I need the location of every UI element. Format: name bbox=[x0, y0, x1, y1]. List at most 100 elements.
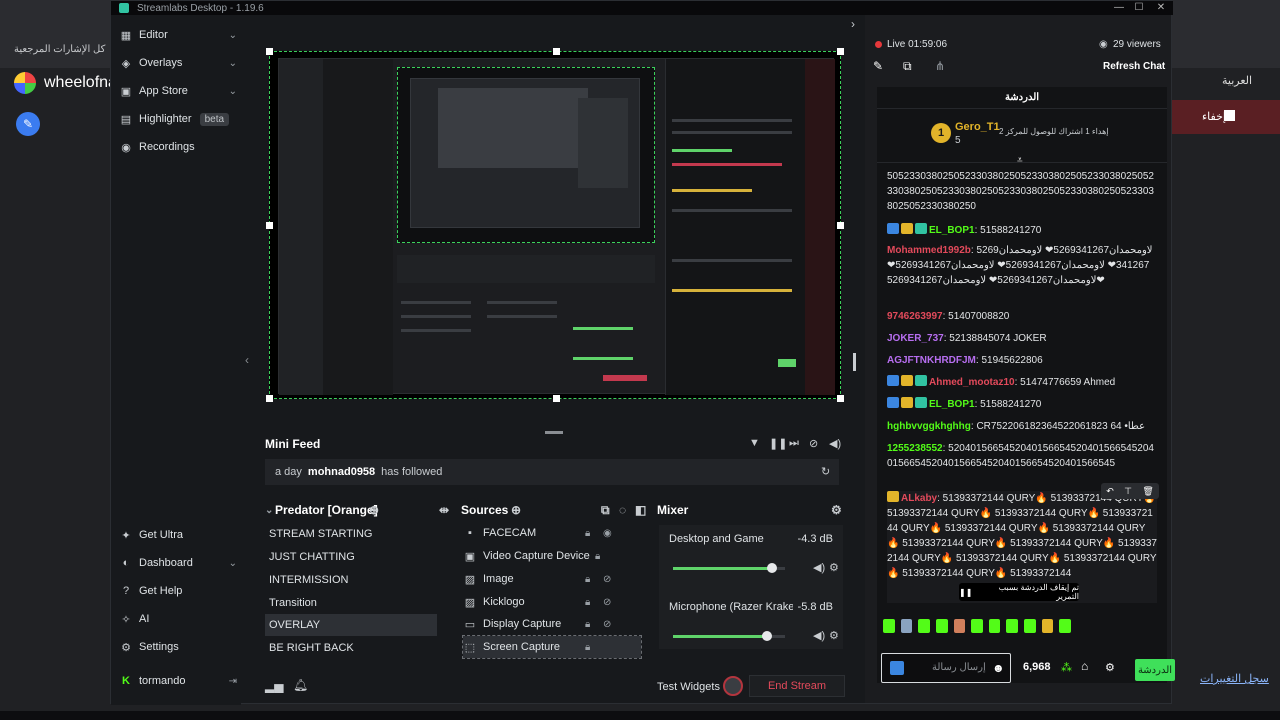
stream-preview[interactable] bbox=[266, 48, 844, 402]
emote-icon[interactable] bbox=[971, 619, 983, 633]
emote-icon[interactable] bbox=[883, 619, 895, 633]
eye-off-icon[interactable]: ⊘ bbox=[603, 619, 611, 630]
lock-icon[interactable]: 🔒︎ bbox=[585, 642, 590, 653]
volume-icon[interactable]: ◀) bbox=[829, 437, 841, 450]
bookmarks-label[interactable]: كل الإشارات المرجعية bbox=[14, 44, 105, 55]
maximize-button[interactable]: ☐ bbox=[1129, 1, 1149, 15]
filter-icon[interactable]: ▼ bbox=[749, 437, 760, 449]
gear-icon[interactable]: ⚙ bbox=[831, 503, 842, 517]
mute-alerts-icon[interactable]: ⊘ bbox=[809, 437, 818, 450]
chat-user[interactable]: 1255238552 bbox=[887, 443, 943, 454]
emote-icon[interactable] bbox=[988, 619, 1001, 633]
lock-icon[interactable]: 🔒︎ bbox=[585, 574, 590, 585]
speaker-icon[interactable]: ◀) bbox=[813, 561, 825, 574]
volume-knob[interactable] bbox=[762, 631, 773, 641]
chat-user[interactable]: EL_BOP1 bbox=[929, 225, 975, 236]
minimize-button[interactable]: — bbox=[1109, 1, 1129, 15]
source-item[interactable]: ▨ Image 🔒︎ ⊘ bbox=[463, 568, 641, 590]
lock-icon[interactable]: 🔒︎ bbox=[585, 619, 590, 630]
hide-all-icon[interactable]: ◌ bbox=[619, 503, 626, 517]
chat-input[interactable]: إرسال رسالة ☻ bbox=[881, 653, 1011, 683]
chat-user[interactable]: EL_BOP1 bbox=[929, 399, 975, 410]
notifications-bell-icon[interactable]: 🔔︎ bbox=[293, 678, 308, 692]
add-source-icon[interactable]: ⊕ bbox=[511, 503, 521, 517]
popout-icon[interactable]: ⧉ bbox=[903, 59, 912, 74]
chat-user[interactable]: ALkaby bbox=[901, 493, 937, 504]
eye-off-icon[interactable]: ⊘ bbox=[603, 597, 611, 608]
hide-label[interactable]: إخفاء bbox=[1202, 110, 1226, 123]
emote-icon[interactable] bbox=[935, 619, 948, 633]
sidebar-item-account[interactable]: Ktormando ⇥ bbox=[119, 669, 237, 693]
replay-icon[interactable]: ↻ bbox=[821, 465, 830, 478]
close-button[interactable]: ✕ bbox=[1151, 1, 1171, 15]
emote-icon[interactable] bbox=[1006, 619, 1019, 633]
resize-handle[interactable] bbox=[837, 222, 844, 229]
send-chat-button[interactable]: الدردشة bbox=[1135, 659, 1175, 681]
eye-off-icon[interactable]: ⊘ bbox=[603, 574, 611, 585]
sidebar-item-dashboard[interactable]: ◐ Dashboard ⌄ bbox=[119, 551, 237, 575]
lock-icon[interactable]: 🔒︎ bbox=[585, 597, 590, 608]
gear-icon[interactable]: ⚙ bbox=[1105, 661, 1115, 674]
chevron-down-icon[interactable]: ⩡ bbox=[1017, 155, 1023, 166]
sidebar-item-overlays[interactable]: ◈ Overlays ⌄ bbox=[119, 51, 237, 75]
scene-item[interactable]: INTERMISSION bbox=[265, 569, 437, 591]
scene-item[interactable]: Transition bbox=[265, 592, 437, 614]
chevron-down-icon[interactable]: ⌄ bbox=[229, 558, 237, 569]
volume-knob[interactable] bbox=[766, 563, 777, 573]
store-icon[interactable]: ⌂ bbox=[1081, 659, 1088, 673]
chat-user[interactable]: Mohammed1992b bbox=[887, 245, 971, 256]
folder-icon[interactable]: ⧉ bbox=[601, 503, 610, 518]
transitions-icon[interactable]: ⇹ bbox=[439, 503, 449, 517]
resize-handle[interactable] bbox=[837, 48, 844, 55]
share-icon[interactable]: ⋔ bbox=[935, 59, 945, 73]
emoji-icon[interactable]: ☻ bbox=[992, 661, 1005, 675]
speaker-icon[interactable]: ◀) bbox=[813, 629, 825, 642]
reply-icon[interactable]: ↶ bbox=[1106, 486, 1114, 497]
scene-item[interactable]: STREAM STARTING bbox=[265, 523, 437, 545]
lock-icon[interactable]: 🔒︎ bbox=[595, 551, 600, 562]
resize-handle[interactable] bbox=[266, 48, 273, 55]
hide-checkbox[interactable] bbox=[1224, 110, 1235, 121]
gear-icon[interactable]: ⚙ bbox=[829, 561, 839, 574]
chevron-down-icon[interactable]: ⌄ bbox=[229, 30, 237, 41]
emote-icon[interactable] bbox=[1024, 619, 1036, 633]
pause-icon[interactable]: ❚❚ bbox=[769, 437, 787, 450]
pencil-icon[interactable]: ✎ bbox=[16, 112, 40, 136]
chevron-down-icon[interactable]: ⌄ bbox=[265, 505, 273, 516]
eye-icon[interactable]: ◉ bbox=[603, 528, 612, 539]
pin-icon[interactable]: ⊤ bbox=[1124, 486, 1132, 497]
source-item-selected[interactable]: ⬚ Screen Capture 🔒︎ bbox=[462, 635, 642, 659]
collapse-left-icon[interactable]: ‹ bbox=[245, 353, 249, 367]
resize-handle[interactable] bbox=[553, 48, 560, 55]
source-properties-icon[interactable]: ◧ bbox=[635, 503, 646, 517]
end-stream-button[interactable]: End Stream bbox=[749, 675, 845, 697]
skip-icon[interactable]: ⏭ bbox=[789, 437, 799, 450]
scene-collection-title[interactable]: Predator [Orange] bbox=[275, 503, 378, 517]
delete-icon[interactable]: 🗑︎ bbox=[1142, 486, 1153, 497]
performance-icon[interactable]: ▂▅ bbox=[265, 679, 283, 693]
resize-handle[interactable] bbox=[266, 222, 273, 229]
emote-icon[interactable] bbox=[918, 619, 930, 633]
emote-icon[interactable] bbox=[1041, 619, 1054, 633]
language-tab[interactable]: العربية bbox=[1222, 74, 1252, 87]
emote-icon[interactable] bbox=[953, 619, 966, 633]
chat-user[interactable]: AGJFTNKHRDFJM bbox=[887, 355, 976, 366]
resize-handle[interactable] bbox=[266, 395, 273, 402]
emote-icon[interactable] bbox=[1059, 619, 1072, 633]
source-item[interactable]: ▭ Display Capture 🔒︎ ⊘ bbox=[463, 613, 641, 635]
chat-user[interactable]: Ahmed_mootaz10 bbox=[929, 377, 1015, 388]
sidebar-item-recordings[interactable]: ◉ Recordings bbox=[119, 135, 237, 159]
sidebar-item-ai[interactable]: ✧ AI bbox=[119, 607, 237, 631]
site-title[interactable]: wheelofna bbox=[44, 74, 117, 92]
sidebar-item-settings[interactable]: ⚙ Settings bbox=[119, 635, 237, 659]
lock-icon[interactable]: 🔒︎ bbox=[585, 528, 590, 539]
source-item[interactable]: ▣ Video Capture Device 🔒︎ bbox=[463, 545, 641, 567]
volume-slider[interactable] bbox=[673, 631, 785, 641]
chat-user[interactable]: hghbvvggkhghhg bbox=[887, 421, 971, 432]
logout-icon[interactable]: ⇥ bbox=[229, 676, 237, 687]
refresh-chat-button[interactable]: Refresh Chat bbox=[1103, 61, 1165, 72]
feed-event-row[interactable]: a day mohnad0958 has followed ↻ bbox=[265, 459, 839, 485]
chat-paused-notice[interactable]: تم إيقاف الدردشة بسبب التمرير ❚❚ bbox=[959, 583, 1079, 601]
chat-user[interactable]: JOKER_737 bbox=[887, 333, 944, 344]
edit-icon[interactable]: ✎ bbox=[873, 59, 883, 73]
